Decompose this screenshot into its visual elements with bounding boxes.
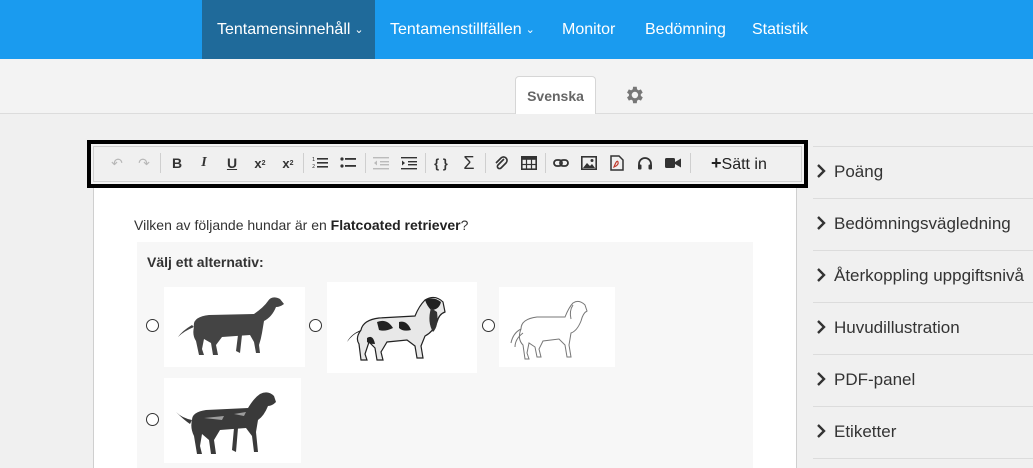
plus-icon: +	[711, 153, 722, 173]
audio-icon[interactable]	[634, 152, 656, 174]
sidebar-item-label: PDF-panel	[834, 370, 916, 389]
sum-icon[interactable]: Σ	[458, 152, 480, 174]
underline-icon[interactable]: U	[221, 152, 243, 174]
table-icon[interactable]	[518, 152, 540, 174]
sidebar-item-label: Poäng	[834, 162, 884, 181]
sidebar-divider	[813, 458, 1033, 468]
sidebar-item-label: Huvudillustration	[834, 318, 960, 337]
nav-item-monitor[interactable]: Monitor	[562, 0, 615, 59]
bullet-list-icon[interactable]	[337, 152, 359, 174]
attachment-icon[interactable]	[490, 152, 512, 174]
chevron-right-icon	[817, 216, 826, 230]
nav-item-tentamensinnehall[interactable]: Tentamensinnehåll ⌄	[202, 0, 375, 59]
subscript-icon[interactable]: x2	[249, 152, 271, 174]
bold-icon[interactable]: B	[166, 152, 188, 174]
nav-item-label: Tentamensinnehåll	[217, 21, 351, 38]
choice-3-image[interactable]	[499, 287, 615, 367]
choices-heading: Välj ett alternativ:	[147, 254, 264, 270]
choice-1-image[interactable]	[164, 287, 305, 367]
choice-2-radio[interactable]	[309, 319, 322, 332]
nav-item-label: Monitor	[562, 21, 616, 38]
editor-toolbar: ↶ ↷ B I U x2 x2 12 { } Σ +Sätt in	[93, 146, 802, 182]
outdent-icon[interactable]	[370, 152, 392, 174]
toolbar-divider	[485, 153, 486, 173]
chevron-right-icon	[817, 320, 826, 334]
sidebar-item-huvudillustration[interactable]: Huvudillustration	[813, 302, 1033, 352]
choice-2-image[interactable]	[327, 282, 477, 373]
golden-retriever-dog	[510, 300, 588, 360]
video-icon[interactable]	[662, 152, 684, 174]
language-tab-svenska[interactable]: Svenska	[515, 76, 596, 114]
nav-item-bedomning[interactable]: Bedömning	[645, 0, 726, 59]
redo-icon[interactable]: ↷	[133, 152, 155, 174]
sidebar-item-label: Bedömningsvägledning	[834, 214, 1011, 233]
undo-icon[interactable]: ↶	[106, 152, 128, 174]
toolbar-divider	[690, 153, 691, 173]
nav-item-label: Bedömning	[645, 21, 726, 38]
spaniel-dog	[347, 296, 446, 361]
sidebar-item-etiketter[interactable]: Etiketter	[813, 406, 1033, 456]
code-icon[interactable]: { }	[430, 152, 452, 174]
italic-icon[interactable]: I	[193, 152, 215, 174]
question-text: Vilken av följande hundar är en Flatcoat…	[134, 217, 468, 233]
svg-text:2: 2	[312, 164, 315, 170]
chevron-right-icon	[817, 372, 826, 386]
svg-text:1: 1	[312, 157, 315, 163]
superscript-icon[interactable]: x2	[277, 152, 299, 174]
chevron-right-icon	[817, 164, 826, 178]
choice-4-image[interactable]	[164, 378, 301, 463]
sidebar-item-label: Återkoppling uppgiftsnivå	[834, 266, 1024, 285]
sidebar-item-bedomningsvagledning[interactable]: Bedömningsvägledning	[813, 198, 1033, 248]
ordered-list-icon[interactable]: 12	[309, 152, 331, 174]
nav-item-tentamenstillfallen[interactable]: Tentamenstillfällen ⌄	[390, 0, 535, 59]
choice-3-radio[interactable]	[482, 319, 495, 332]
toolbar-divider	[303, 153, 304, 173]
question-suffix: ?	[460, 217, 469, 233]
sidebar-item-label: Etiketter	[834, 422, 897, 441]
chevron-right-icon	[817, 424, 826, 438]
chevron-right-icon	[817, 268, 826, 282]
editor-toolbar-highlight: ↶ ↷ B I U x2 x2 12 { } Σ +Sätt in	[87, 140, 808, 188]
insert-button-label: Sätt in	[721, 156, 767, 173]
nav-item-statistik[interactable]: Statistik	[752, 0, 808, 59]
sidebar-item-pdf-panel[interactable]: PDF-panel	[813, 354, 1033, 404]
insert-button[interactable]: +Sätt in	[711, 152, 767, 174]
toolbar-divider	[425, 153, 426, 173]
toolbar-divider	[365, 153, 366, 173]
black-retriever-dog	[178, 297, 284, 355]
image-icon[interactable]	[578, 152, 600, 174]
pdf-icon[interactable]	[606, 152, 628, 174]
choice-4-radio[interactable]	[146, 413, 159, 426]
language-bar: Svenska	[0, 59, 1033, 114]
top-nav: Tentamensinnehåll ⌄ Tentamenstillfällen ⌄ …	[0, 0, 1033, 59]
link-icon[interactable]	[550, 152, 572, 174]
chevron-down-icon: ⌄	[525, 24, 535, 36]
nav-item-label: Statistik	[752, 21, 809, 38]
gear-icon[interactable]	[623, 84, 645, 106]
choice-1-radio[interactable]	[146, 319, 159, 332]
chevron-down-icon: ⌄	[354, 24, 364, 36]
toolbar-divider	[160, 153, 161, 173]
sidebar-item-poang[interactable]: Poäng	[813, 146, 1033, 196]
question-emphasis: Flatcoated retriever	[330, 217, 461, 233]
sidebar-item-aterkoppling[interactable]: Återkoppling uppgiftsnivå	[813, 250, 1033, 300]
rottweiler-dog	[176, 392, 276, 454]
indent-icon[interactable]	[398, 152, 420, 174]
toolbar-divider	[545, 153, 546, 173]
nav-item-label: Tentamenstillfällen	[390, 21, 522, 38]
question-prefix: Vilken av följande hundar är en	[134, 217, 331, 233]
